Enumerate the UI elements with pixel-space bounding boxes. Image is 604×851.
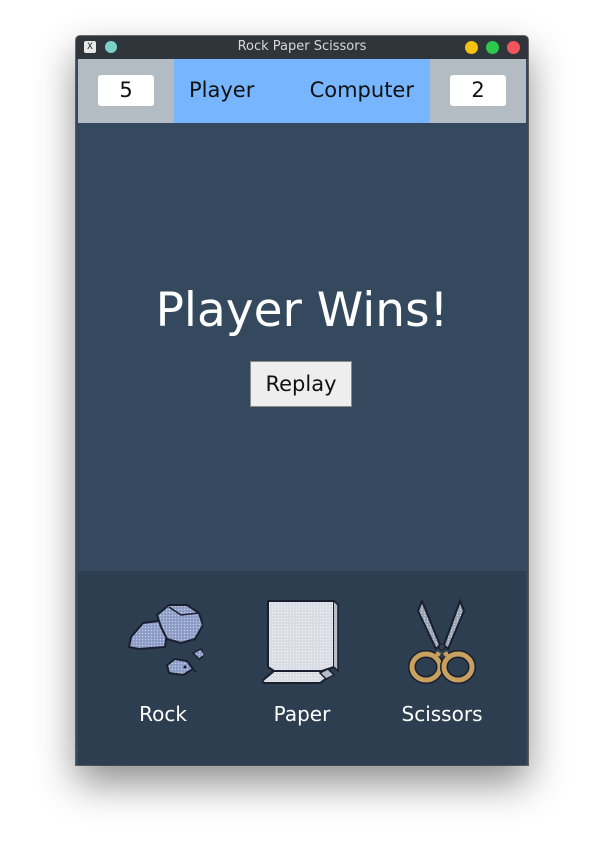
computer-label: Computer [309,78,414,102]
rock-icon [127,604,203,677]
window-title: Rock Paper Scissors [237,39,367,54]
result-area: Player Wins! Replay [78,123,526,571]
replay-button[interactable]: Replay [250,361,352,407]
title-bar[interactable]: X Rock Paper Scissors [76,36,528,59]
computer-score: 2 [450,75,506,106]
minimize-button[interactable] [465,41,478,54]
paper-label: Paper [273,702,331,726]
paper-icon [262,600,339,684]
choices-bar: Rock Paper Scissors [78,571,526,765]
scissors-choice[interactable]: Scissors [382,599,502,739]
rock-choice[interactable]: Rock [103,599,223,739]
scissors-icon [408,599,476,684]
rock-label: Rock [139,702,187,726]
player-score: 5 [98,75,154,106]
paper-choice[interactable]: Paper [242,599,362,739]
names-panel: Player Computer [174,59,430,123]
player-label: Player [189,78,255,102]
scissors-label: Scissors [401,702,483,726]
scoreboard: 5 Player Computer 2 [78,59,526,123]
result-message: Player Wins! [155,283,449,338]
maximize-button[interactable] [486,41,499,54]
close-button[interactable] [507,41,520,54]
app-window: X Rock Paper Scissors 5 Player Computer … [76,36,528,765]
